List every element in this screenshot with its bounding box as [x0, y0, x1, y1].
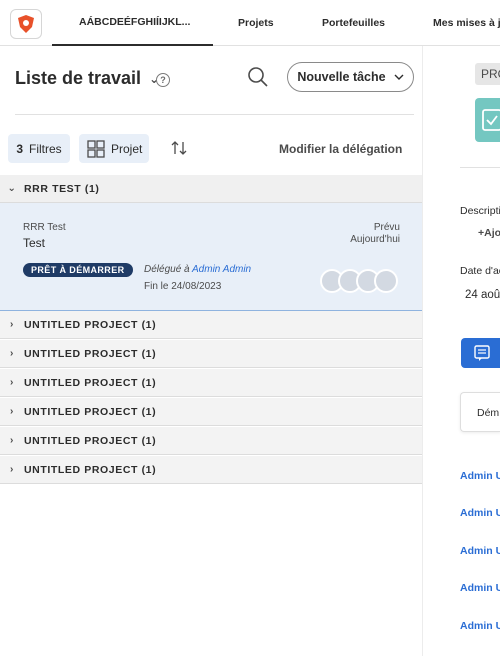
- date-label: Date d'ac: [460, 265, 500, 277]
- avatar-group[interactable]: [320, 269, 402, 295]
- tab-portefeuilles[interactable]: Portefeuilles: [322, 0, 385, 46]
- comment-icon: [474, 345, 490, 361]
- chevron-down-icon: [394, 74, 404, 80]
- chevron-right-icon: ›: [10, 319, 14, 330]
- delegate-link[interactable]: Admin Admin: [192, 264, 251, 275]
- edit-delegation-button[interactable]: Modifier la délégation: [279, 142, 402, 156]
- sort-icon[interactable]: [170, 139, 188, 157]
- chevron-right-icon: ›: [10, 435, 14, 446]
- filters-button[interactable]: 3 Filtres: [8, 134, 70, 163]
- status-badge[interactable]: PRÊT À DÉMARRER: [23, 263, 133, 277]
- tab-projets[interactable]: Projets: [238, 0, 274, 46]
- task-project-name: RRR Test: [23, 222, 66, 233]
- page-title[interactable]: Liste de travail ⌄: [15, 68, 159, 89]
- top-navigation: AÁBCDEÉFGHIÍIJKL... Projets Portefeuille…: [0, 0, 500, 46]
- group-header-untitled-project[interactable]: › UNTITLED PROJECT (1): [0, 311, 422, 339]
- chevron-right-icon: ›: [10, 464, 14, 475]
- app-logo[interactable]: [10, 9, 42, 39]
- avatar: [374, 269, 398, 293]
- divider: [460, 167, 500, 168]
- filters-count: 3: [16, 141, 23, 156]
- chevron-right-icon: ›: [10, 348, 14, 359]
- group-header-untitled-project[interactable]: › UNTITLED PROJECT (1): [0, 369, 422, 397]
- due-date: Fin le 24/08/2023: [144, 281, 222, 292]
- user-link[interactable]: Admin U: [460, 470, 500, 482]
- worklist-panel: Liste de travail ⌄ ? Nouvelle tâche 3 Fi…: [0, 46, 422, 656]
- task-detail-panel: PRO Descripti +Ajo Date d'ac 24 aoû Dém …: [422, 46, 500, 656]
- object-type-tag: PRO: [475, 63, 500, 85]
- help-icon[interactable]: ?: [156, 73, 170, 87]
- brand-logo-icon: [18, 15, 34, 33]
- chevron-right-icon: ›: [10, 377, 14, 388]
- group-header-untitled-project[interactable]: › UNTITLED PROJECT (1): [0, 340, 422, 368]
- user-link[interactable]: Admin U: [460, 620, 500, 632]
- date-value[interactable]: 24 aoû: [465, 289, 500, 301]
- user-link[interactable]: Admin U: [460, 582, 500, 594]
- user-link[interactable]: Admin U: [460, 545, 500, 557]
- update-button[interactable]: [461, 338, 500, 368]
- tab-project-current[interactable]: AÁBCDEÉFGHIÍIJKL...: [52, 0, 213, 46]
- tab-mes-mises-a-jour[interactable]: Mes mises à jo: [433, 0, 500, 46]
- search-icon[interactable]: [247, 66, 269, 88]
- group-header-untitled-project[interactable]: › UNTITLED PROJECT (1): [0, 398, 422, 426]
- group-by-project-button[interactable]: Projet: [79, 134, 149, 163]
- grid-icon: [87, 139, 105, 158]
- group-header-untitled-project[interactable]: › UNTITLED PROJECT (1): [0, 427, 422, 455]
- user-link[interactable]: Admin U: [460, 507, 500, 519]
- group-header-untitled-project[interactable]: › UNTITLED PROJECT (1): [0, 456, 422, 484]
- filters-label: Filtres: [29, 141, 62, 156]
- delegated-info: Délégué à Admin Admin: [144, 264, 252, 275]
- new-task-button[interactable]: Nouvelle tâche: [287, 62, 414, 92]
- divider: [15, 114, 414, 115]
- project-icon: [475, 98, 500, 142]
- task-row[interactable]: RRR Test Test Prévu Aujourd'hui PRÊT À D…: [0, 203, 422, 311]
- description-label: Descripti: [460, 205, 500, 217]
- add-description-button[interactable]: +Ajo: [478, 227, 500, 239]
- planned-value: Aujourd'hui: [350, 234, 400, 245]
- start-label: Dém: [477, 407, 500, 419]
- task-name[interactable]: Test: [23, 236, 45, 250]
- start-task-card[interactable]: Dém: [460, 392, 500, 432]
- planned-label: Prévu: [373, 222, 400, 233]
- chevron-right-icon: ›: [10, 406, 14, 417]
- group-header-rrr-test[interactable]: ⌄ RRR TEST (1): [0, 175, 422, 203]
- chevron-down-icon: ⌄: [7, 183, 17, 194]
